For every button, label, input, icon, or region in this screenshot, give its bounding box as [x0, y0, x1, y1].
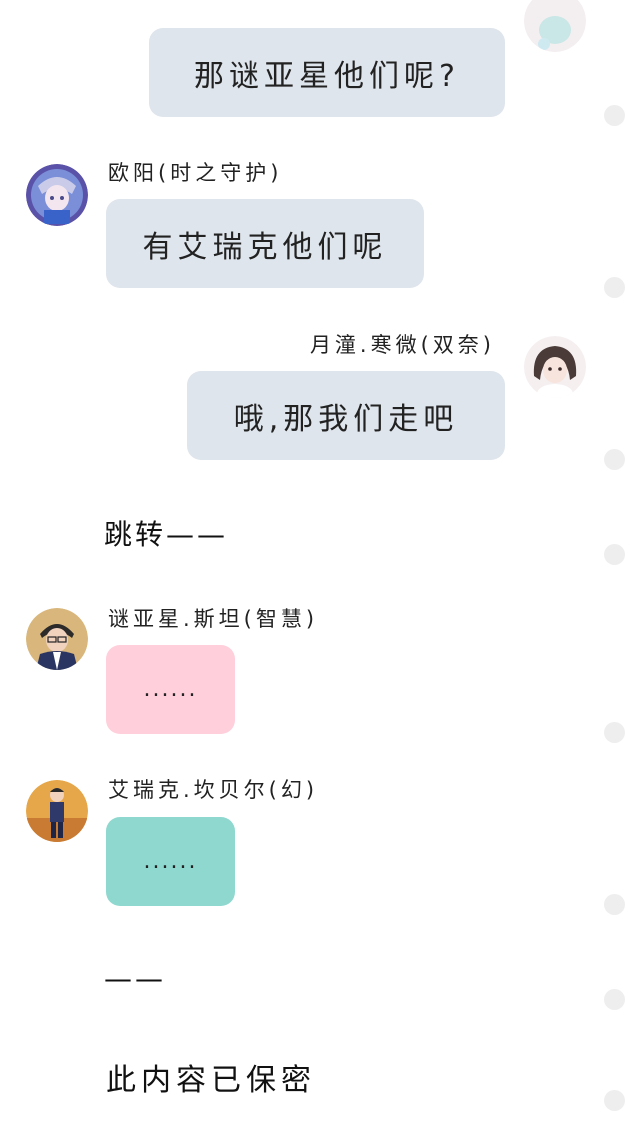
- boy-stage-avatar[interactable]: [26, 780, 88, 842]
- message-text: 哦,那我们走吧: [233, 401, 459, 437]
- scroll-dot: [604, 544, 625, 565]
- anime-boy-avatar[interactable]: [26, 164, 88, 226]
- classified-notice: 此内容已保密: [106, 1063, 316, 1098]
- scroll-dot: [604, 449, 625, 470]
- message-text: ......: [143, 849, 198, 874]
- message-bubble[interactable]: 有艾瑞克他们呢: [106, 199, 424, 288]
- scroll-dot: [604, 989, 625, 1010]
- sender-name: 欧阳(时之守护): [108, 161, 283, 185]
- sender-name: 月潼.寒微(双奈): [309, 333, 495, 357]
- scroll-dot: [604, 1090, 625, 1111]
- scene-divider-text: ——: [104, 962, 166, 995]
- scroll-dot: [604, 894, 625, 915]
- message-text: 有艾瑞克他们呢: [142, 229, 388, 265]
- girl-avatar[interactable]: [524, 336, 586, 398]
- scene-jump-text: 跳转——: [104, 518, 229, 551]
- message-text: ......: [143, 677, 198, 702]
- message-bubble[interactable]: ......: [106, 817, 235, 906]
- message-bubble[interactable]: ......: [106, 645, 235, 734]
- sender-name: 艾瑞克.坎贝尔(幻): [108, 778, 319, 802]
- sender-name: 谜亚星.斯坦(智慧): [108, 607, 319, 631]
- boy-suit-avatar[interactable]: [26, 608, 88, 670]
- message-bubble[interactable]: 那谜亚星他们呢?: [149, 28, 505, 117]
- scroll-dot: [604, 277, 625, 298]
- girl-avatar[interactable]: [524, 0, 586, 52]
- message-bubble[interactable]: 哦,那我们走吧: [187, 371, 505, 460]
- scroll-dot: [604, 722, 625, 743]
- message-text: 那谜亚星他们呢?: [194, 58, 460, 94]
- scroll-dot: [604, 105, 625, 126]
